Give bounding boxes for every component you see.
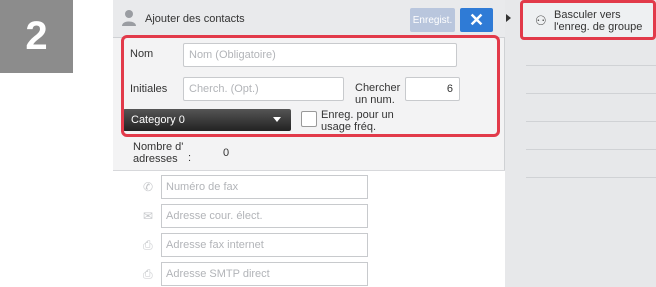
- address-list: ✆ Numéro de fax ✉ Adresse cour. élect. ⎙…: [113, 170, 505, 287]
- smtp-icon: ⎙: [143, 267, 153, 281]
- page-title: Ajouter des contacts: [145, 13, 245, 25]
- mail-icon: ✉: [143, 209, 154, 223]
- smtp-field[interactable]: Adresse SMTP direct: [161, 262, 368, 286]
- person-icon: [122, 10, 136, 26]
- list-item: ⎙ Adresse fax internet: [113, 231, 505, 260]
- phone-icon: ✆: [143, 180, 154, 194]
- group-list: [526, 40, 656, 287]
- address-count-colon: :: [188, 152, 192, 164]
- save-button[interactable]: Enregist.: [410, 8, 455, 32]
- list-item[interactable]: [526, 152, 656, 178]
- switch-to-group-button[interactable]: ⚇ Basculer vers l'enreg. de groupe: [520, 0, 656, 40]
- list-item[interactable]: [526, 96, 656, 122]
- switch-to-group-label: Basculer vers l'enreg. de groupe: [554, 9, 643, 33]
- list-item: ⎙ Adresse SMTP direct: [113, 260, 505, 287]
- title-bar: Ajouter des contacts Enregist. ✕: [113, 0, 505, 38]
- address-count-label: Nombre d' adresses: [133, 141, 184, 165]
- internet-fax-icon: ⎙: [143, 238, 153, 252]
- list-item[interactable]: [526, 40, 656, 66]
- address-count-value: 0: [223, 147, 230, 159]
- group-icon: ⚇: [535, 13, 547, 28]
- list-item: ✉ Adresse cour. élect.: [113, 202, 505, 231]
- highlight-frame: [121, 35, 500, 137]
- step-number: 2: [0, 0, 73, 73]
- fax-number-field[interactable]: Numéro de fax: [161, 175, 368, 199]
- screen: 2 Ajouter des contacts Enregist. ✕ Nom N…: [0, 0, 656, 287]
- email-field[interactable]: Adresse cour. élect.: [161, 204, 368, 228]
- expand-arrow-icon[interactable]: [506, 14, 511, 22]
- contact-form: Ajouter des contacts Enregist. ✕ Nom Nom…: [113, 0, 505, 287]
- contact-panel: Ajouter des contacts Enregist. ✕ Nom Nom…: [113, 0, 656, 287]
- list-item: ✆ Numéro de fax: [113, 173, 505, 202]
- internet-fax-field[interactable]: Adresse fax internet: [161, 233, 368, 257]
- list-item[interactable]: [526, 124, 656, 150]
- close-button[interactable]: ✕: [460, 8, 493, 32]
- list-item[interactable]: [526, 68, 656, 94]
